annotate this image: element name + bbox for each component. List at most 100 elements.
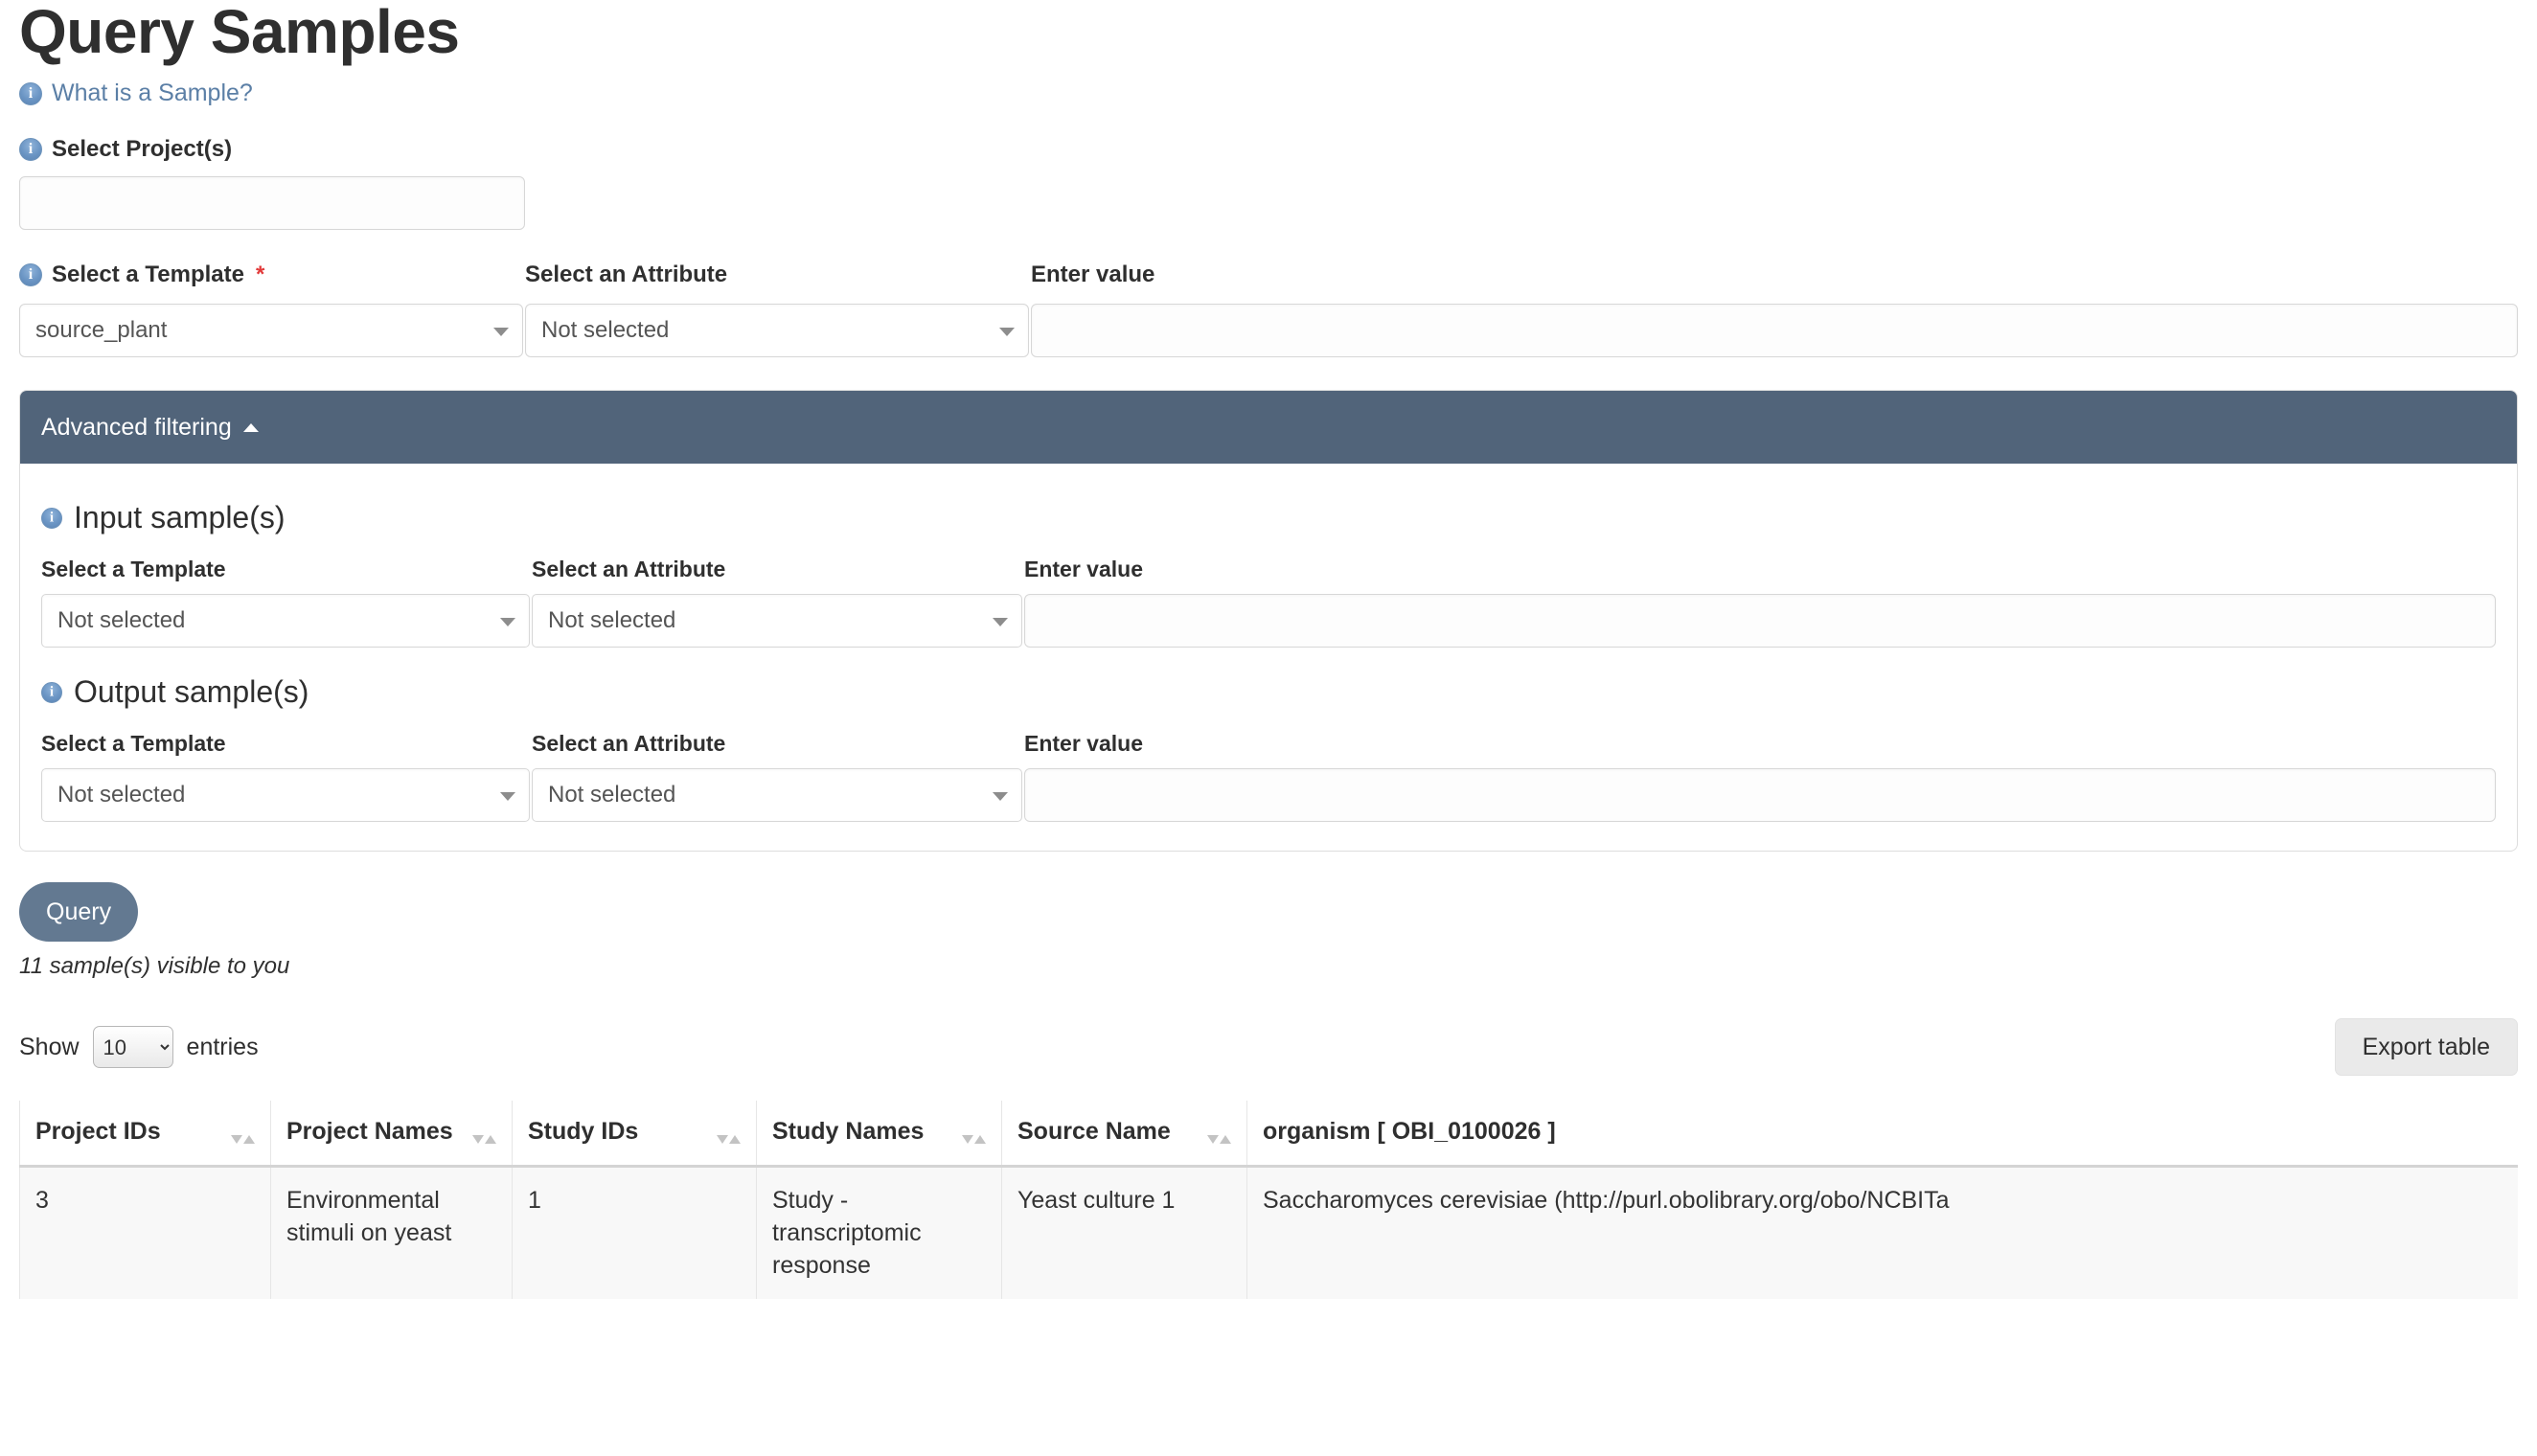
column-header-study-ids[interactable]: Study IDs <box>512 1101 757 1169</box>
what-is-a-sample-link[interactable]: What is a Sample? <box>52 80 253 107</box>
column-label: Source Name <box>1017 1118 1171 1146</box>
main-template-select-cell: source_plant <box>19 304 525 358</box>
main-value-input-cell <box>1031 304 2518 358</box>
main-template-label: Select a Template <box>52 262 244 288</box>
column-label: Project IDs <box>35 1118 161 1146</box>
main-filter-controls: source_plant Not selected <box>19 304 2518 358</box>
show-entries-group: Show 10 entries <box>19 1026 259 1069</box>
column-header-project-names[interactable]: Project Names <box>270 1101 513 1169</box>
table-controls: Show 10 entries Export table <box>19 1018 2518 1077</box>
column-header-project-ids[interactable]: Project IDs <box>19 1101 271 1169</box>
info-icon <box>41 507 62 529</box>
column-label: Study Names <box>772 1118 925 1146</box>
sort-icon[interactable] <box>231 1135 255 1146</box>
advanced-filtering-header[interactable]: Advanced filtering <box>20 391 2517 465</box>
chevron-up-icon <box>242 422 259 432</box>
main-template-select-value: source_plant <box>35 317 168 344</box>
chevron-down-icon <box>500 618 515 627</box>
chevron-down-icon <box>493 328 509 337</box>
main-attribute-select-cell: Not selected <box>525 304 1031 358</box>
input-template-label: Select a Template <box>41 557 226 582</box>
main-template-label-cell: Select a Template * <box>19 259 525 291</box>
output-samples-title: Output sample(s) <box>74 674 309 710</box>
main-attribute-select[interactable]: Not selected <box>525 304 1029 358</box>
info-icon <box>41 681 62 703</box>
output-attribute-select-value: Not selected <box>548 782 676 808</box>
table-row: 3 Environmental stimuli on yeast 1 Study… <box>19 1166 2518 1300</box>
results-table: Project IDs Project Names Study IDs Stud… <box>19 1101 2518 1300</box>
column-label: organism [ OBI_0100026 ] <box>1263 1118 1556 1146</box>
sort-icon[interactable] <box>1207 1135 1231 1146</box>
main-attribute-label: Select an Attribute <box>525 262 728 288</box>
cell-study-ids: 1 <box>512 1166 757 1300</box>
required-marker: * <box>255 262 265 288</box>
advanced-filtering-panel: Advanced filtering Input sample(s) Selec… <box>19 390 2518 853</box>
page-title: Query Samples <box>19 0 460 66</box>
chevron-down-icon <box>500 792 515 802</box>
output-attribute-label: Select an Attribute <box>532 731 726 757</box>
output-template-select-value: Not selected <box>57 782 186 808</box>
export-table-button[interactable]: Export table <box>2334 1018 2518 1077</box>
cell-study-names[interactable]: Study - transcriptomic response <box>756 1166 1002 1300</box>
chevron-down-icon <box>993 618 1008 627</box>
main-value-label-row: Enter value <box>1031 259 2518 291</box>
advanced-filtering-body: Input sample(s) Select a Template Select… <box>20 464 2517 851</box>
main-attribute-select-value: Not selected <box>541 317 670 344</box>
sort-icon[interactable] <box>962 1135 986 1146</box>
query-button[interactable]: Query <box>19 882 139 943</box>
main-value-input[interactable] <box>1031 304 2518 358</box>
main-filter-headers: Select a Template * Select an Attribute E… <box>19 259 2518 291</box>
sort-icon[interactable] <box>717 1135 741 1146</box>
cell-source-name[interactable]: Yeast culture 1 <box>1001 1166 1247 1300</box>
column-header-organism[interactable]: organism [ OBI_0100026 ] <box>1246 1101 2518 1169</box>
input-attribute-select[interactable]: Not selected <box>532 594 1022 648</box>
main-attribute-label-row: Select an Attribute <box>525 259 1031 291</box>
results-table-wrapper: Project IDs Project Names Study IDs Stud… <box>19 1101 2518 1300</box>
query-samples-page: Query Samples What is a Sample? Select P… <box>0 0 2537 1456</box>
info-icon <box>19 81 42 105</box>
output-samples-controls: Not selected Not selected <box>41 768 2496 823</box>
output-attribute-select[interactable]: Not selected <box>532 768 1022 823</box>
select-projects-label-row: Select Project(s) <box>19 136 2518 163</box>
input-value-label: Enter value <box>1024 557 1143 582</box>
input-samples-title: Input sample(s) <box>74 500 286 535</box>
entries-per-page-select[interactable]: 10 <box>92 1026 173 1069</box>
output-samples-heading: Output sample(s) <box>41 674 2496 710</box>
input-template-select-value: Not selected <box>57 607 186 634</box>
main-value-label: Enter value <box>1031 262 1155 288</box>
input-samples-heading: Input sample(s) <box>41 500 2496 535</box>
input-template-select[interactable]: Not selected <box>41 594 530 648</box>
input-value-input[interactable] <box>1024 594 2496 648</box>
column-header-source-name[interactable]: Source Name <box>1001 1101 1247 1169</box>
output-template-select[interactable]: Not selected <box>41 768 530 823</box>
sample-count-summary: 11 sample(s) visible to you <box>19 953 290 980</box>
main-value-label-cell: Enter value <box>1031 259 2518 291</box>
advanced-filtering-label: Advanced filtering <box>41 413 232 441</box>
entries-label: entries <box>186 1033 259 1060</box>
select-projects-input[interactable] <box>19 176 525 231</box>
what-is-a-sample-row: What is a Sample? <box>19 80 2518 107</box>
cell-project-names[interactable]: Environmental stimuli on yeast <box>270 1166 513 1300</box>
output-value-input[interactable] <box>1024 768 2496 823</box>
column-label: Study IDs <box>528 1118 639 1146</box>
cell-project-ids: 3 <box>19 1166 271 1300</box>
column-header-study-names[interactable]: Study Names <box>756 1101 1002 1169</box>
info-icon <box>19 138 42 162</box>
main-template-select[interactable]: source_plant <box>19 304 523 358</box>
output-template-label: Select a Template <box>41 731 226 757</box>
chevron-down-icon <box>999 328 1015 337</box>
select-projects-label: Select Project(s) <box>52 136 233 163</box>
chevron-down-icon <box>993 792 1008 802</box>
cell-organism: Saccharomyces cerevisiae (http://purl.ob… <box>1246 1166 2518 1300</box>
main-attribute-label-cell: Select an Attribute <box>525 259 1031 291</box>
output-samples-headers: Select a Template Select an Attribute En… <box>41 731 2496 757</box>
info-icon <box>19 263 42 287</box>
input-samples-controls: Not selected Not selected <box>41 594 2496 648</box>
table-header-row: Project IDs Project Names Study IDs Stud… <box>19 1101 2518 1169</box>
sort-icon[interactable] <box>472 1135 496 1146</box>
column-label: Project Names <box>286 1118 453 1146</box>
main-template-label-row: Select a Template * <box>19 259 525 291</box>
show-label: Show <box>19 1033 80 1060</box>
output-value-label: Enter value <box>1024 731 1143 757</box>
input-attribute-select-value: Not selected <box>548 607 676 634</box>
